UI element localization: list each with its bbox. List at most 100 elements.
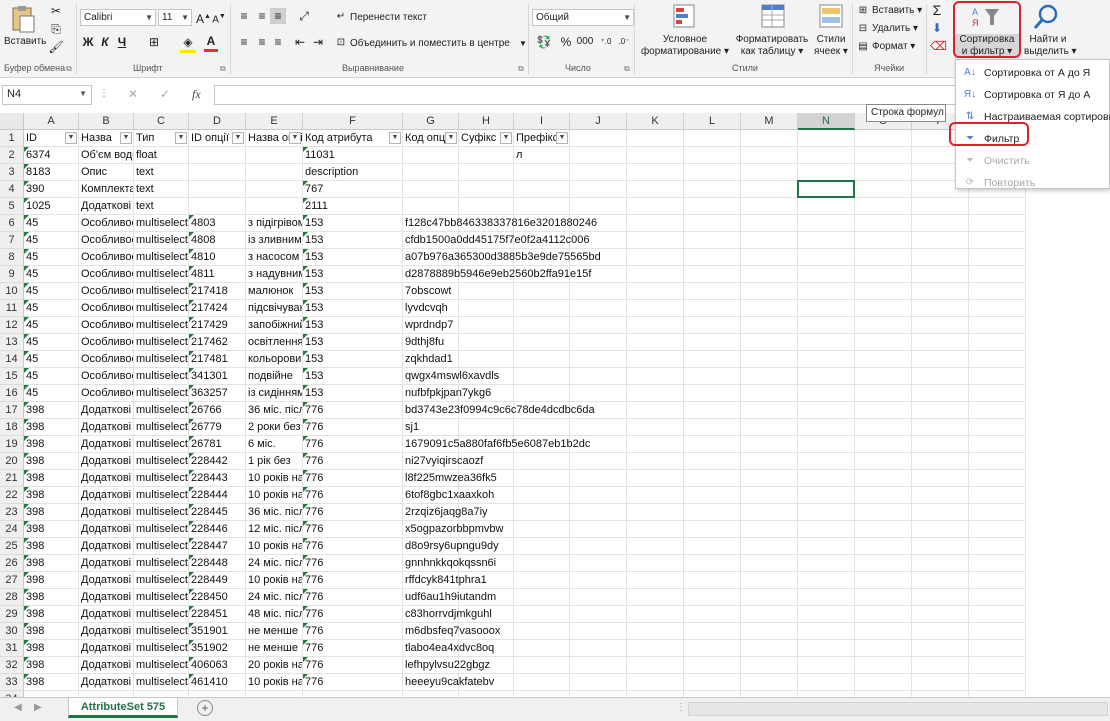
error-indicator-icon[interactable] (189, 232, 194, 237)
row-header[interactable]: 4 (0, 181, 24, 198)
table-cell[interactable]: Додаткові (79, 657, 134, 674)
table-cell[interactable]: 776 (303, 589, 403, 606)
column-header-h[interactable]: H (459, 113, 514, 130)
table-cell[interactable]: 2 роки без (246, 419, 303, 436)
table-cell[interactable] (912, 351, 969, 368)
error-indicator-icon[interactable] (189, 470, 194, 475)
table-cell[interactable] (684, 436, 741, 453)
table-cell[interactable] (514, 538, 570, 555)
table-cell[interactable] (570, 317, 627, 334)
table-cell[interactable]: із зливним краном (246, 232, 303, 249)
fill-icon[interactable]: ⬇ (930, 20, 944, 36)
table-cell[interactable]: 398 (24, 470, 79, 487)
table-cell[interactable] (969, 198, 1026, 215)
table-cell[interactable] (684, 334, 741, 351)
table-cell[interactable]: multiselect (134, 504, 189, 521)
table-cell[interactable]: 398 (24, 606, 79, 623)
insert-cells-icon[interactable]: ⊞ (856, 3, 870, 19)
table-cell[interactable]: Додаткові (79, 504, 134, 521)
table-cell[interactable]: 767 (303, 181, 403, 198)
table-cell[interactable] (684, 555, 741, 572)
table-cell[interactable]: з насосом (246, 249, 303, 266)
align-top-icon[interactable]: ≡ (236, 8, 252, 24)
table-cell[interactable] (912, 402, 969, 419)
table-cell[interactable] (798, 504, 855, 521)
table-cell[interactable]: a07b976a365300d3885b3e9de75565bd (403, 249, 601, 266)
table-cell[interactable] (969, 436, 1026, 453)
table-cell[interactable]: 217429 (189, 317, 246, 334)
table-cell[interactable] (912, 334, 969, 351)
table-cell[interactable] (459, 181, 514, 198)
row-header[interactable]: 17 (0, 402, 24, 419)
table-cell[interactable] (798, 266, 855, 283)
table-cell[interactable] (684, 470, 741, 487)
table-cell[interactable] (798, 555, 855, 572)
table-cell[interactable] (246, 181, 303, 198)
header-cell[interactable] (798, 130, 855, 147)
table-cell[interactable]: 398 (24, 674, 79, 691)
table-cell[interactable] (627, 674, 684, 691)
table-cell[interactable]: 776 (303, 436, 403, 453)
table-cell[interactable] (855, 368, 912, 385)
table-cell[interactable] (969, 589, 1026, 606)
table-cell[interactable] (570, 351, 627, 368)
table-cell[interactable] (912, 521, 969, 538)
table-cell[interactable] (741, 300, 798, 317)
table-cell[interactable] (459, 198, 514, 215)
copy-icon[interactable]: ⎘ (48, 21, 64, 37)
error-indicator-icon[interactable] (24, 589, 29, 594)
increase-indent-icon[interactable]: ⇥ (310, 34, 326, 50)
error-indicator-icon[interactable] (189, 487, 194, 492)
table-cell[interactable] (741, 419, 798, 436)
table-cell[interactable] (189, 164, 246, 181)
table-cell[interactable]: 10 років на (246, 470, 303, 487)
error-indicator-icon[interactable] (303, 623, 308, 628)
table-cell[interactable]: 398 (24, 436, 79, 453)
table-cell[interactable]: Додаткові (79, 623, 134, 640)
header-cell[interactable]: Префікс ▼ (514, 130, 570, 147)
scroll-left-icon[interactable]: ◀ (14, 702, 22, 713)
error-indicator-icon[interactable] (24, 623, 29, 628)
error-indicator-icon[interactable] (189, 419, 194, 424)
table-cell[interactable] (684, 453, 741, 470)
cut-icon[interactable]: ✂ (48, 3, 64, 19)
table-cell[interactable]: nufbfpkjpan7ykg6 (403, 385, 491, 402)
table-cell[interactable]: 36 міс. після (246, 402, 303, 419)
table-cell[interactable] (969, 555, 1026, 572)
align-center-icon[interactable]: ≡ (254, 34, 270, 50)
select-all-corner[interactable] (0, 113, 24, 130)
fill-color-icon[interactable]: ◈ (180, 34, 196, 53)
error-indicator-icon[interactable] (24, 470, 29, 475)
table-cell[interactable] (912, 317, 969, 334)
table-cell[interactable] (514, 640, 570, 657)
enter-icon[interactable]: ✓ (160, 87, 170, 101)
table-cell[interactable] (741, 589, 798, 606)
table-cell[interactable]: 45 (24, 368, 79, 385)
error-indicator-icon[interactable] (189, 266, 194, 271)
table-cell[interactable]: 228445 (189, 504, 246, 521)
column-header-e[interactable]: E (246, 113, 303, 130)
filter-dropdown-icon[interactable]: ▼ (389, 132, 401, 144)
table-cell[interactable] (403, 147, 459, 164)
table-cell[interactable]: 398 (24, 521, 79, 538)
align-middle-icon[interactable]: ≡ (254, 8, 270, 24)
error-indicator-icon[interactable] (303, 487, 308, 492)
table-cell[interactable] (570, 521, 627, 538)
table-cell[interactable] (855, 198, 912, 215)
table-cell[interactable]: Додаткові (79, 402, 134, 419)
table-cell[interactable]: Додаткові (79, 606, 134, 623)
error-indicator-icon[interactable] (24, 232, 29, 237)
table-cell[interactable] (684, 589, 741, 606)
column-header-g[interactable]: G (403, 113, 459, 130)
table-cell[interactable]: 36 міс. після (246, 504, 303, 521)
error-indicator-icon[interactable] (24, 215, 29, 220)
error-indicator-icon[interactable] (24, 283, 29, 288)
table-cell[interactable] (741, 436, 798, 453)
table-cell[interactable]: Особливості (79, 249, 134, 266)
table-cell[interactable]: f128c47bb846338337816e3201880246 (403, 215, 597, 232)
merge-center-icon[interactable]: ⊡ (334, 35, 348, 51)
table-cell[interactable]: Додаткові (79, 640, 134, 657)
error-indicator-icon[interactable] (189, 572, 194, 577)
row-header[interactable]: 13 (0, 334, 24, 351)
table-cell[interactable] (855, 317, 912, 334)
